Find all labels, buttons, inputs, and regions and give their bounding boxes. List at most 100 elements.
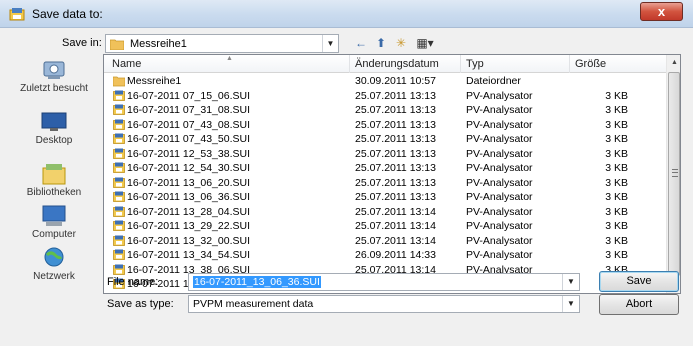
chevron-down-icon[interactable]: ▼ — [562, 274, 579, 290]
sui-file-icon — [113, 191, 125, 202]
list-header: Name ▲ Änderungsdatum Typ Größe — [104, 55, 666, 73]
file-date: 26.09.2011 14:33 — [355, 249, 436, 261]
sui-file-icon — [113, 148, 125, 159]
file-row[interactable]: 16-07-2011 13_29_22.SUI 25.07.2011 13:14 P… — [104, 219, 666, 234]
places-bar: Zuletzt besucht Desktop Bibliotheken Com… — [8, 58, 100, 298]
sui-file-icon — [113, 249, 125, 260]
file-name: 16-07-2011 13_28_04.SUI — [127, 205, 250, 218]
file-list[interactable]: Name ▲ Änderungsdatum Typ Größe Messreih… — [103, 54, 681, 294]
file-name: 16-07-2011 07_43_50.SUI — [127, 133, 250, 145]
file-type: PV-Analysator — [466, 118, 533, 131]
place-libraries[interactable]: Bibliotheken — [8, 162, 100, 198]
file-row[interactable]: Messreihe1 30.09.2011 10:57 Dateiordner — [104, 74, 666, 89]
file-row[interactable]: 16-07-2011 13_06_36.SUI 25.07.2011 13:13 P… — [104, 190, 666, 205]
column-header-size[interactable]: Größe — [575, 58, 606, 70]
file-size: 3 KB — [605, 89, 628, 102]
file-size: 3 KB — [605, 176, 628, 189]
chevron-down-icon[interactable]: ▼ — [562, 296, 579, 312]
file-type: PV-Analysator — [466, 220, 533, 232]
close-button[interactable]: x — [640, 2, 683, 21]
file-date: 25.07.2011 13:13 — [355, 162, 436, 174]
back-icon[interactable]: ← — [352, 36, 370, 52]
file-type: PV-Analysator — [466, 104, 533, 116]
file-name-label: File name: — [107, 276, 159, 288]
sort-ascending-icon: ▲ — [226, 55, 233, 62]
file-row[interactable]: 16-07-2011 13_32_00.SUI 25.07.2011 13:14 P… — [104, 234, 666, 249]
view-menu-icon[interactable]: ▦▾ — [412, 36, 438, 52]
column-header-date[interactable]: Änderungsdatum — [355, 58, 439, 70]
file-date: 25.07.2011 13:14 — [355, 220, 436, 232]
file-row[interactable]: 16-07-2011 07_43_08.SUI 25.07.2011 13:13 P… — [104, 118, 666, 133]
file-date: 25.07.2011 13:14 — [355, 205, 436, 218]
file-date: 25.07.2011 13:13 — [355, 147, 436, 160]
place-label: Computer — [32, 229, 76, 240]
file-type: PV-Analysator — [466, 89, 533, 102]
file-row[interactable]: 16-07-2011 13_28_04.SUI 25.07.2011 13:14 P… — [104, 205, 666, 220]
column-divider[interactable] — [460, 55, 461, 73]
sui-file-icon — [113, 104, 125, 115]
column-header-type[interactable]: Typ — [466, 58, 484, 70]
place-network[interactable]: Netzwerk — [8, 246, 100, 282]
save-as-type-value: PVPM measurement data — [193, 298, 314, 310]
file-type: PV-Analysator — [466, 162, 533, 174]
file-size: 3 KB — [605, 104, 628, 116]
file-name-input[interactable]: 16-07-2011_13_06_36.SUI ▼ — [188, 273, 580, 291]
file-row[interactable]: 16-07-2011 07_31_08.SUI 25.07.2011 13:13 P… — [104, 103, 666, 118]
save-as-type-label: Save as type: — [107, 298, 174, 310]
file-size: 3 KB — [605, 147, 628, 160]
abort-button[interactable]: Abort — [599, 294, 679, 315]
desktop-icon — [41, 112, 67, 131]
file-row[interactable]: 16-07-2011 12_53_38.SUI 25.07.2011 13:13 P… — [104, 147, 666, 162]
file-row[interactable]: 16-07-2011 07_15_06.SUI 25.07.2011 13:13 P… — [104, 89, 666, 104]
file-size: 3 KB — [605, 220, 628, 232]
file-row[interactable]: 16-07-2011 13_34_54.SUI 26.09.2011 14:33 P… — [104, 248, 666, 263]
file-size: 3 KB — [605, 205, 628, 218]
file-type: PV-Analysator — [466, 176, 533, 189]
column-divider[interactable] — [349, 55, 350, 73]
column-header-name[interactable]: Name — [112, 58, 141, 70]
file-name: 16-07-2011 13_06_20.SUI — [127, 176, 250, 189]
save-in-label: Save in: — [62, 37, 102, 49]
file-name: 16-07-2011 07_43_08.SUI — [127, 118, 250, 131]
vertical-scrollbar[interactable]: ▲ ▼ — [666, 55, 680, 293]
title-bar: Save data to: x — [0, 0, 693, 28]
file-row[interactable]: 16-07-2011 13_06_20.SUI 25.07.2011 13:13 P… — [104, 176, 666, 191]
network-icon — [44, 247, 64, 267]
up-folder-icon[interactable]: ⬆ — [372, 36, 390, 52]
sui-file-icon — [113, 119, 125, 130]
file-name: 16-07-2011 13_29_22.SUI — [127, 220, 250, 232]
file-name: 16-07-2011 13_34_54.SUI — [127, 249, 250, 261]
file-type: PV-Analysator — [466, 133, 533, 145]
place-label: Bibliotheken — [26, 187, 82, 198]
place-desktop[interactable]: Desktop — [8, 110, 100, 146]
file-date: 25.07.2011 13:13 — [355, 104, 436, 116]
column-divider[interactable] — [569, 55, 570, 73]
file-type: PV-Analysator — [466, 234, 533, 247]
new-folder-icon[interactable]: ✳ — [392, 36, 410, 52]
save-in-dropdown[interactable]: Messreihe1 ▼ — [105, 34, 339, 53]
save-as-type-dropdown[interactable]: PVPM measurement data ▼ — [188, 295, 580, 313]
file-name: 16-07-2011 13_06_36.SUI — [127, 191, 250, 203]
file-size: 3 KB — [605, 249, 628, 261]
file-size: 3 KB — [605, 234, 628, 247]
file-rows: Messreihe1 30.09.2011 10:57 Dateiordner 16-… — [104, 74, 666, 292]
scrollbar-thumb[interactable] — [668, 72, 680, 276]
file-name: 16-07-2011 13_32_00.SUI — [127, 234, 250, 247]
file-date: 25.07.2011 13:13 — [355, 118, 436, 131]
recent-places-icon — [43, 61, 65, 79]
sui-file-icon — [113, 235, 125, 246]
place-computer[interactable]: Computer — [8, 204, 100, 240]
save-button[interactable]: Save — [599, 271, 679, 292]
computer-icon — [42, 205, 66, 226]
file-name-value: 16-07-2011_13_06_36.SUI — [193, 276, 321, 288]
place-recent[interactable]: Zuletzt besucht — [8, 58, 100, 94]
place-label: Netzwerk — [33, 271, 75, 282]
save-dialog: Save in: Messreihe1 ▼ ← ⬆ ✳ ▦▾ Zuletzt b… — [0, 28, 693, 346]
file-type: PV-Analysator — [466, 191, 533, 203]
sui-file-icon — [113, 133, 125, 144]
scroll-up-icon[interactable]: ▲ — [667, 55, 680, 71]
file-row[interactable]: 16-07-2011 12_54_30.SUI 25.07.2011 13:13 P… — [104, 161, 666, 176]
file-row[interactable]: 16-07-2011 07_43_50.SUI 25.07.2011 13:13 P… — [104, 132, 666, 147]
file-date: 25.07.2011 13:13 — [355, 89, 436, 102]
chevron-down-icon[interactable]: ▼ — [322, 35, 338, 52]
